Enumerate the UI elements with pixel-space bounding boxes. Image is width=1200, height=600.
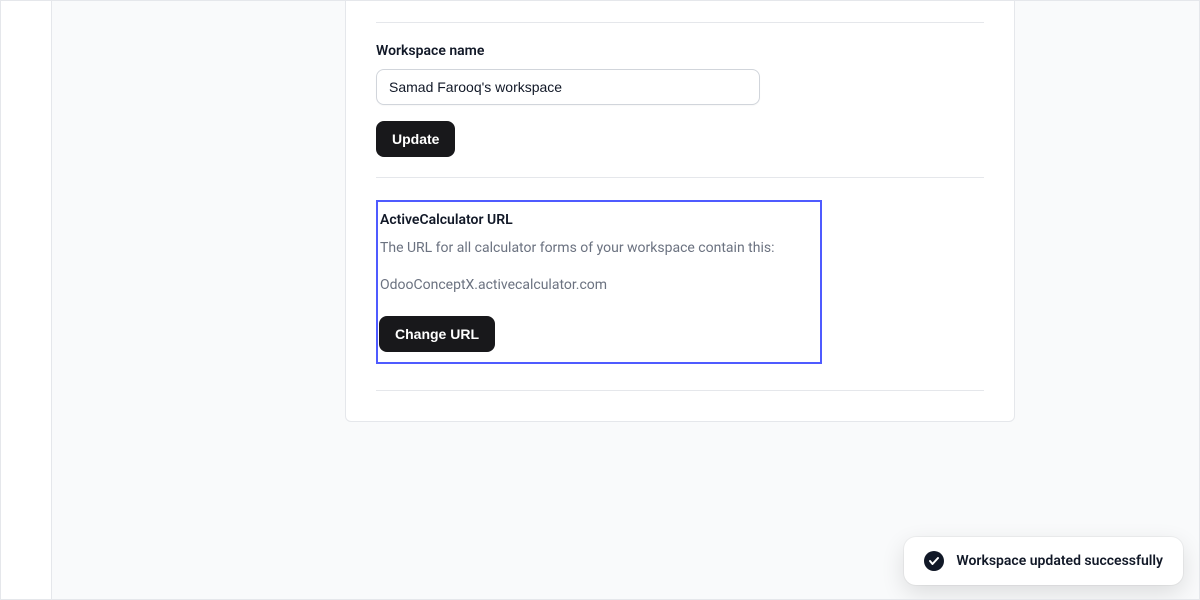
workspace-name-input[interactable] [376,69,760,105]
activecalculator-url-section: ActiveCalculator URL The URL for all cal… [376,200,822,364]
workspace-avatar-row [376,0,984,2]
workspace-name-section: Workspace name Update [376,43,984,157]
left-gutter [1,1,51,599]
divider [376,177,984,178]
app-frame: Workspace name Update ActiveCalculator U… [0,0,1200,600]
toast-message: Workspace updated successfully [956,553,1163,569]
url-section-title: ActiveCalculator URL [380,212,820,228]
workspace-avatar [376,0,418,1]
workspace-settings-card: Workspace name Update ActiveCalculator U… [345,0,1015,422]
success-toast: Workspace updated successfully [904,537,1183,585]
divider [376,22,984,23]
change-url-button[interactable]: Change URL [379,316,495,352]
check-circle-icon [924,551,944,571]
divider [376,390,984,391]
url-section-description: The URL for all calculator forms of your… [380,238,820,259]
update-button[interactable]: Update [376,121,455,157]
workspace-name-label: Workspace name [376,43,984,59]
url-value: OdooConceptX.activecalculator.com [380,275,820,296]
